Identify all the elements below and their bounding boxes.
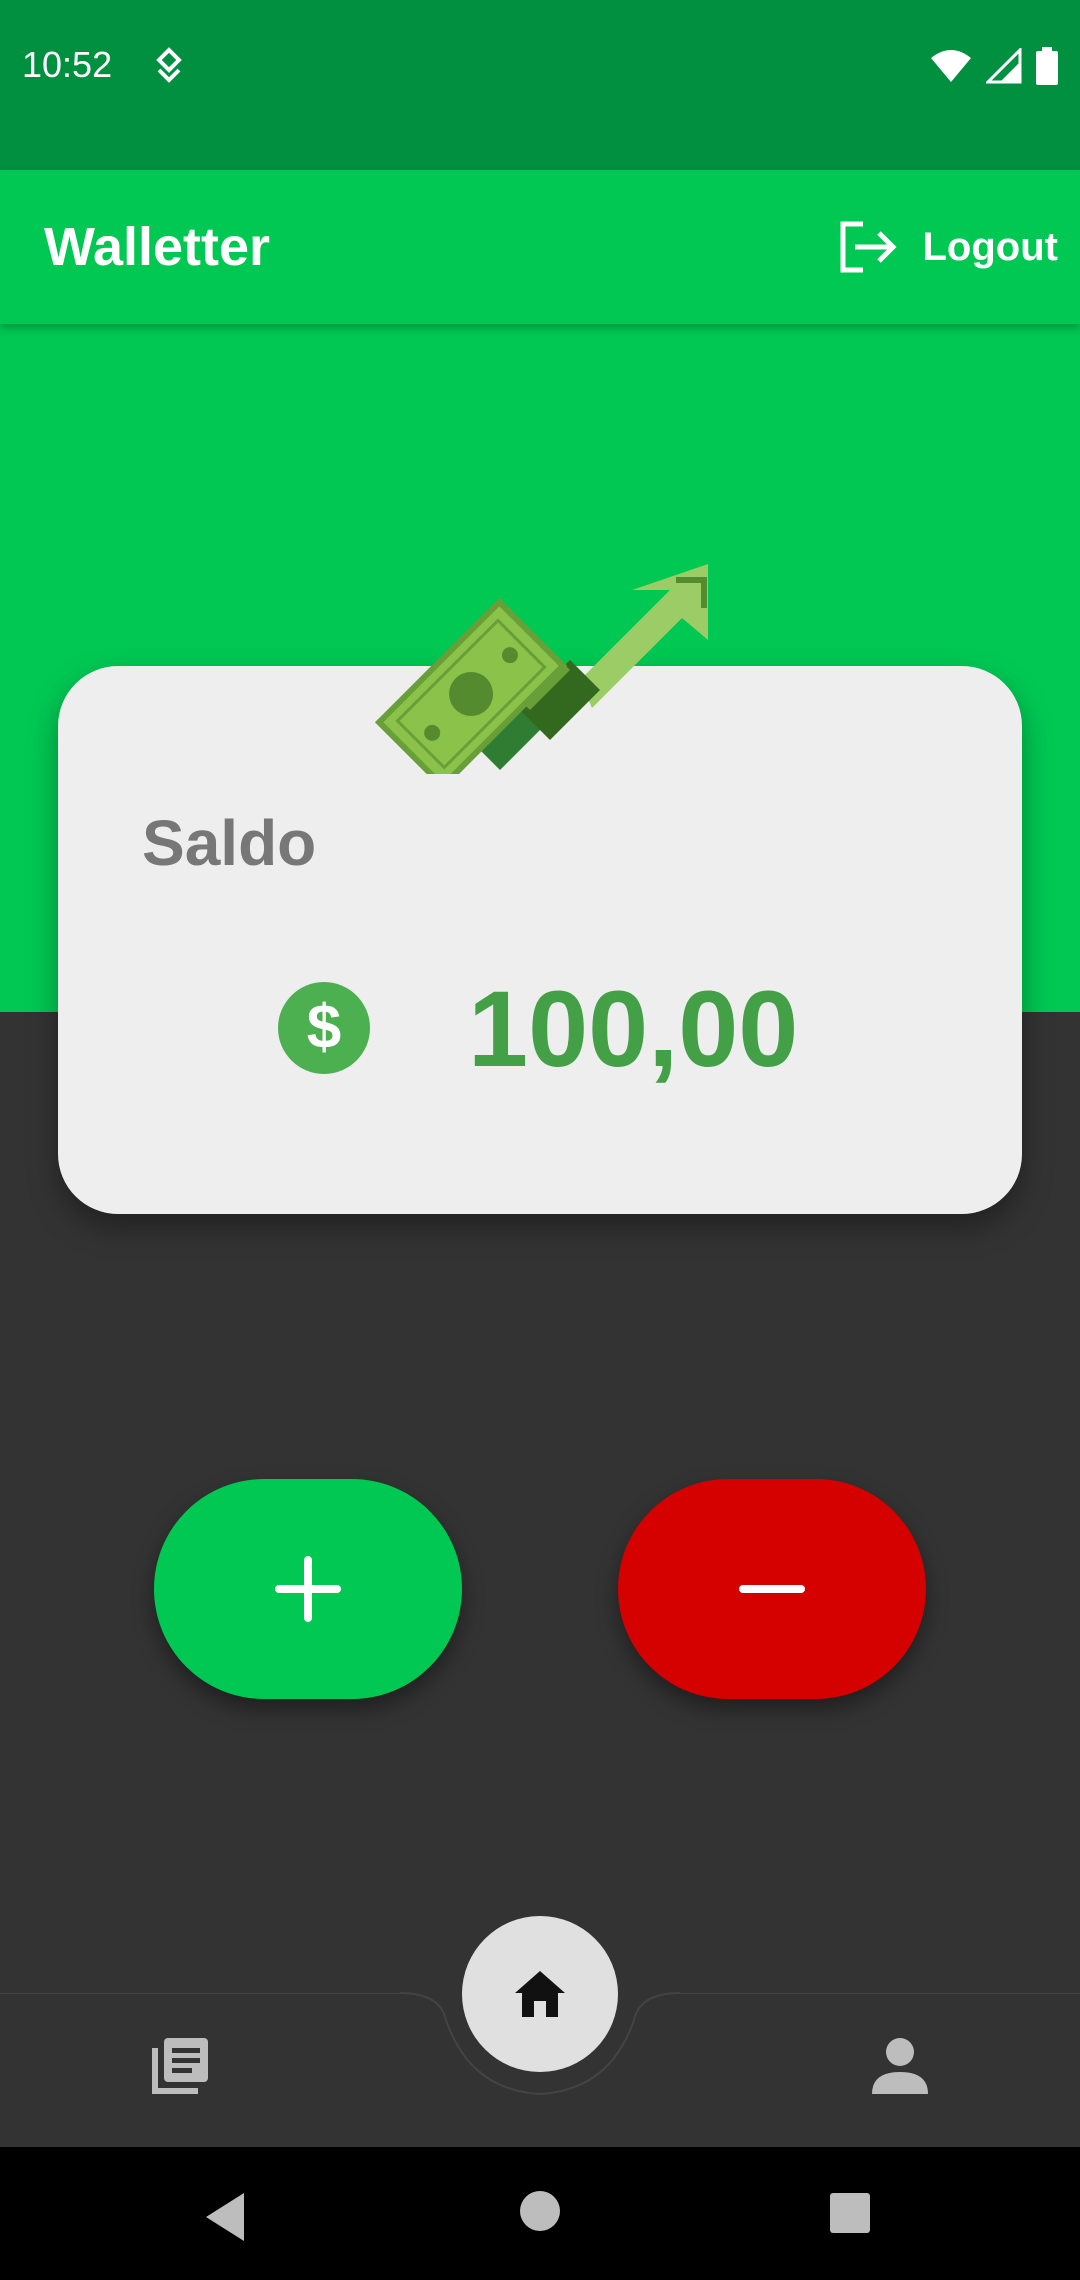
logout-label: Logout	[922, 224, 1059, 269]
balance-label: Saldo	[142, 807, 317, 879]
person-icon	[872, 2038, 928, 2094]
subtract-button[interactable]	[618, 1479, 926, 1699]
nav-profile[interactable]	[868, 2034, 932, 2098]
logout-icon	[840, 221, 897, 273]
add-button[interactable]	[154, 1479, 462, 1699]
system-nav-bar	[0, 2147, 1080, 2280]
status-icons	[930, 46, 1058, 86]
back-icon[interactable]	[200, 2189, 256, 2245]
balance-value: 100,00	[468, 968, 799, 1089]
plus-icon	[275, 1556, 341, 1622]
signal-icon	[986, 48, 1022, 84]
notification-icon	[156, 47, 182, 83]
wifi-icon	[931, 50, 971, 82]
recents-icon[interactable]	[828, 2191, 872, 2235]
app-bar: Walletter Logout	[0, 170, 1080, 324]
logout-button[interactable]: Logout	[837, 210, 1059, 284]
svg-text:$: $	[307, 993, 341, 1062]
app-title: Walletter	[44, 217, 271, 277]
home-icon	[515, 1971, 565, 2017]
money-growth-icon	[374, 564, 708, 774]
nav-transactions[interactable]	[148, 2034, 212, 2098]
home-button[interactable]	[462, 1916, 618, 2072]
status-time: 10:52	[22, 44, 113, 85]
battery-icon	[1036, 47, 1058, 85]
minus-icon	[739, 1585, 805, 1593]
status-bar: 10:52	[0, 0, 1080, 170]
list-icon	[152, 2038, 208, 2094]
dollar-icon: $	[278, 982, 370, 1074]
system-home-icon[interactable]	[518, 2189, 562, 2233]
